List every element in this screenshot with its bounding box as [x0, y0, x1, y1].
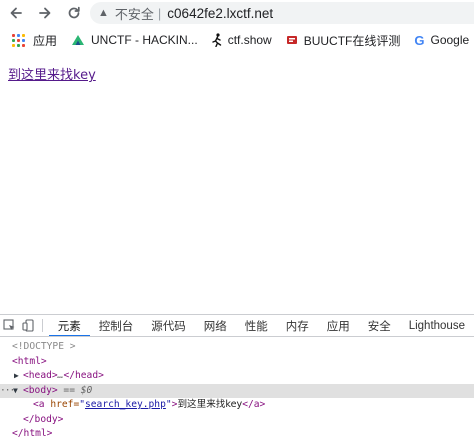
back-arrow-icon[interactable] — [4, 1, 28, 25]
dom-body-close-row[interactable]: </body> — [0, 413, 474, 428]
html-open-tag: <html> — [12, 355, 47, 367]
bookmark-label: ctf.show — [227, 33, 272, 47]
inspect-element-icon[interactable] — [0, 315, 19, 336]
devtools-tabbar: 元素 控制台 源代码 网络 性能 内存 应用 安全 Lighthouse — [0, 315, 474, 337]
tabbar-divider — [41, 319, 43, 332]
url-text[interactable]: c0642fe2.lxctf.net — [167, 6, 273, 21]
search-key-link[interactable]: 到这里来找key — [8, 64, 96, 83]
a-open-tag: <a — [33, 399, 45, 410]
dom-body-row[interactable]: ··· ▼ <body> == $0 — [0, 383, 474, 399]
security-status-label[interactable]: 不安全 — [115, 4, 154, 23]
tab-performance[interactable]: 性能 — [236, 315, 277, 336]
tab-lighthouse[interactable]: Lighthouse — [400, 315, 474, 336]
bookmark-label: UNCTF - HACKIN... — [91, 33, 198, 47]
dom-doctype-row[interactable]: <!DOCTYPE > — [0, 340, 474, 355]
reload-icon[interactable] — [62, 1, 86, 25]
tab-console[interactable]: 控制台 — [90, 315, 143, 336]
address-bar[interactable]: ▲ 不安全 | c0642fe2.lxctf.net — [90, 2, 474, 24]
tab-sources[interactable]: 源代码 — [142, 315, 195, 336]
address-separator: | — [157, 5, 162, 21]
head-close-tag: </head> — [63, 370, 104, 381]
bookmarks-bar: 应用 UNCTF - HACKIN... ctf.show BUUCTF在线评测… — [0, 28, 474, 52]
expand-triangle-icon[interactable]: ▶ — [14, 369, 19, 384]
collapse-triangle-icon[interactable]: ▼ — [13, 384, 18, 399]
dom-anchor-row[interactable]: <a href="search_key.php">到这里来找key</a> — [0, 398, 474, 413]
browser-toolbar: ▲ 不安全 | c0642fe2.lxctf.net — [0, 0, 474, 26]
bookmark-label: 应用 — [33, 33, 58, 48]
body-selection-marker: == $0 — [57, 384, 93, 396]
body-open-tag: <body> — [23, 384, 58, 396]
tab-network[interactable]: 网络 — [195, 315, 236, 336]
device-toolbar-icon[interactable] — [19, 315, 38, 336]
bookmark-google[interactable]: G Google — [414, 28, 469, 52]
body-close-tag: </body> — [23, 413, 64, 425]
tab-memory[interactable]: 内存 — [277, 315, 318, 336]
a-close-tag: </a> — [242, 399, 266, 410]
head-open-tag: <head> — [23, 370, 58, 381]
page-viewport: 到这里来找key — [0, 56, 474, 314]
bookmark-buuctf[interactable]: BUUCTF在线评测 — [286, 28, 401, 52]
html-close-tag: </html> — [12, 428, 53, 439]
bookmark-apps[interactable]: 应用 — [0, 28, 57, 52]
doctype-text: <!DOCTYPE > — [12, 341, 76, 352]
dom-html-close-row[interactable]: </html> — [0, 427, 474, 442]
bookmark-ctfshow[interactable]: ctf.show — [211, 28, 272, 52]
tab-elements[interactable]: 元素 — [48, 315, 90, 336]
a-text-node: 到这里来找key — [177, 399, 243, 410]
google-g-icon: G — [414, 32, 425, 48]
dom-tree: <!DOCTYPE > <html> ▶ <head>…</head> ··· … — [0, 337, 474, 442]
a-href-attr: href= — [44, 399, 80, 410]
bookmark-label: Google — [430, 33, 470, 47]
buuctf-logo-icon — [286, 36, 297, 44]
tab-application[interactable]: 应用 — [318, 315, 359, 336]
warning-triangle-icon[interactable]: ▲ — [98, 7, 109, 19]
a-href-value[interactable]: search_key.php — [85, 399, 166, 410]
devtools-panel: 元素 控制台 源代码 网络 性能 内存 应用 安全 Lighthouse <!D… — [0, 314, 474, 445]
dom-html-row[interactable]: <html> — [0, 355, 474, 370]
unctf-logo-icon — [72, 35, 85, 45]
forward-arrow-icon[interactable] — [33, 1, 57, 25]
tab-security[interactable]: 安全 — [359, 315, 400, 336]
bookmark-unctf[interactable]: UNCTF - HACKIN... — [71, 28, 198, 52]
apps-grid-icon — [12, 33, 25, 47]
ctfshow-runner-icon — [211, 33, 221, 47]
dom-head-row[interactable]: ▶ <head>…</head> — [0, 369, 474, 384]
bookmark-label: BUUCTF在线评测 — [303, 33, 401, 48]
